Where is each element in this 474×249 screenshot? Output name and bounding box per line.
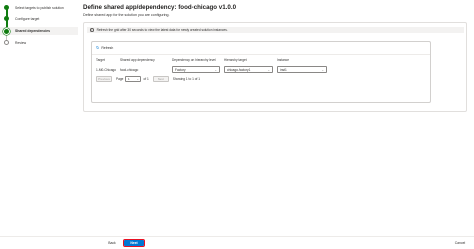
cell-shared-app: food-chicago bbox=[120, 68, 139, 72]
info-banner: i Refresh the grid after 30 seconds to v… bbox=[87, 27, 464, 33]
footer-divider bbox=[0, 236, 474, 237]
chevron-down-icon: ⌄ bbox=[267, 67, 270, 72]
cell-target: 1-M0-Chicago bbox=[96, 68, 117, 72]
hierarchy-level-dropdown[interactable]: Factory ⌄ bbox=[172, 66, 220, 73]
step-label: Review bbox=[15, 40, 27, 45]
page-number-input[interactable]: 1 ⌄ bbox=[125, 76, 142, 82]
dropdown-value: Factory bbox=[175, 67, 186, 72]
column-header-shared-app[interactable]: Shared app dependency bbox=[120, 58, 155, 62]
next-page-button[interactable]: Next bbox=[152, 76, 169, 82]
back-button[interactable]: Back bbox=[104, 240, 120, 246]
dropdown-value: inst1 bbox=[280, 67, 287, 72]
dropdown-value: chicago-factory1 bbox=[227, 67, 251, 72]
previous-page-button[interactable]: Previous bbox=[96, 76, 112, 82]
page-number-value: 1 bbox=[127, 77, 130, 81]
step-shared-dependencies[interactable]: Shared dependencies bbox=[0, 27, 78, 35]
step-complete-icon bbox=[4, 16, 9, 21]
step-select-targets[interactable]: Select targets to publish solution bbox=[4, 5, 64, 10]
step-configure-target[interactable]: Configure target bbox=[4, 16, 39, 21]
cancel-button[interactable]: Cancel bbox=[452, 240, 468, 246]
next-button[interactable]: Next bbox=[122, 238, 146, 248]
showing-count: Showing 1 to 1 of 1 bbox=[172, 77, 201, 81]
refresh-label: Refresh bbox=[101, 45, 114, 50]
step-label: Shared dependencies bbox=[15, 29, 51, 33]
step-current-icon bbox=[4, 28, 9, 34]
chevron-down-icon: ⌄ bbox=[214, 67, 217, 72]
column-header-hierarchy-target[interactable]: Hierarchy target bbox=[224, 58, 247, 62]
info-icon: i bbox=[90, 28, 94, 33]
grid-divider bbox=[92, 54, 430, 55]
page-subtitle: Define shared app for the solution you a… bbox=[83, 13, 170, 17]
column-header-instance[interactable]: Instance bbox=[277, 58, 289, 62]
step-complete-icon bbox=[4, 5, 9, 10]
step-label: Configure target bbox=[15, 16, 40, 21]
column-header-hierarchy-level[interactable]: Dependency on hierarchy level bbox=[172, 58, 216, 62]
banner-text: Refresh the grid after 30 seconds to vie… bbox=[96, 28, 228, 32]
chevron-down-icon: ⌄ bbox=[321, 67, 324, 72]
wizard-stepper: Select targets to publish solution Confi… bbox=[0, 0, 80, 236]
step-review[interactable]: Review bbox=[4, 40, 26, 45]
page-label: Page bbox=[116, 77, 124, 81]
refresh-icon: ↻ bbox=[96, 45, 100, 50]
chevron-down-icon: ⌄ bbox=[136, 77, 139, 81]
step-label: Select targets to publish solution bbox=[15, 5, 64, 10]
hierarchy-target-dropdown[interactable]: chicago-factory1 ⌄ bbox=[224, 66, 273, 73]
step-pending-icon bbox=[4, 40, 9, 45]
page-count-label: of 1 bbox=[143, 77, 149, 81]
refresh-button[interactable]: ↻ Refresh bbox=[96, 45, 113, 50]
instance-dropdown[interactable]: inst1 ⌄ bbox=[277, 66, 327, 73]
dependency-card: i Refresh the grid after 30 seconds to v… bbox=[83, 22, 467, 112]
column-header-target[interactable]: Target bbox=[96, 58, 105, 62]
dependency-grid: ↻ Refresh Target Shared app dependency D… bbox=[91, 41, 431, 103]
grid-pager: Previous Page 1 ⌄ of 1 Next Showing 1 to… bbox=[96, 76, 200, 82]
page-title: Define shared app/dependency: food-chica… bbox=[83, 4, 237, 11]
